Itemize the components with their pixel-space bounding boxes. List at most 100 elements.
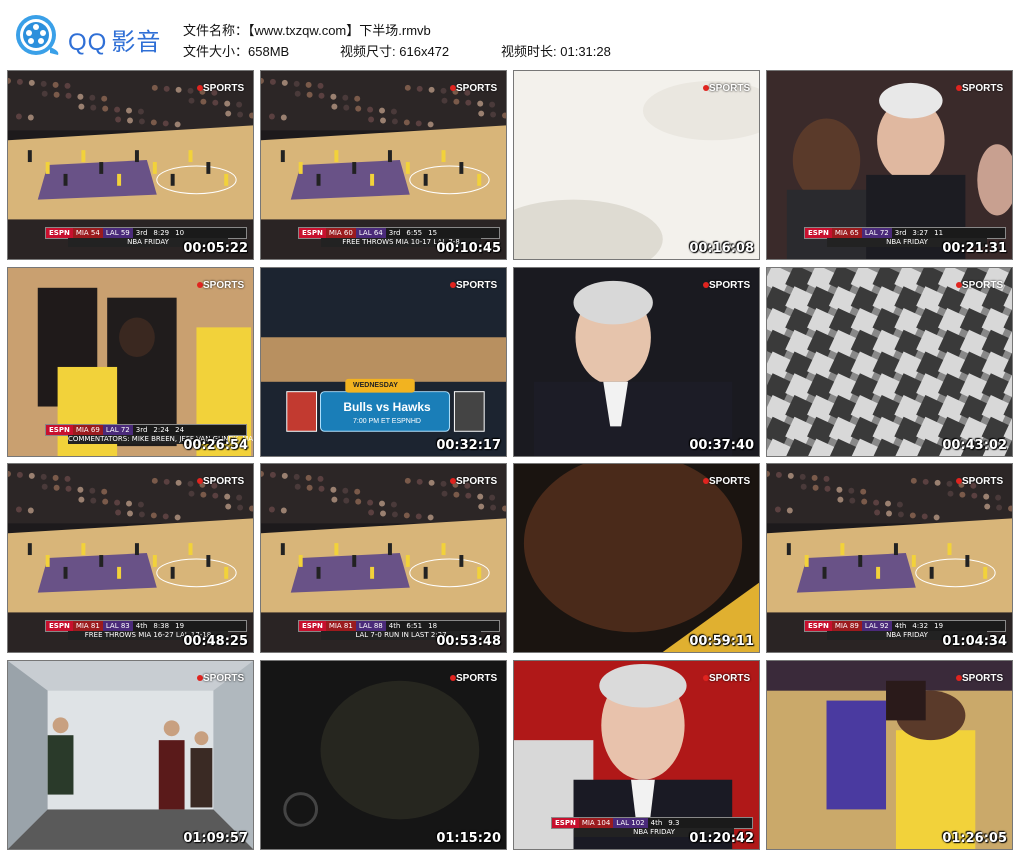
thumbnail-timestamp: 00:43:02 — [942, 438, 1007, 453]
lal-score: LAL 59 — [102, 228, 133, 238]
espn-logo: ESPN — [552, 818, 579, 828]
star-sports-logo-icon: SPORTS — [703, 671, 750, 693]
lal-score: LAL 72 — [102, 425, 133, 435]
shot-clock: 10 — [175, 229, 185, 237]
file-size-label: 文件大小： — [183, 44, 249, 59]
thumbnail[interactable]: SPORTS 01:15:20 — [260, 660, 507, 850]
mia-score: MIA 54 — [72, 228, 103, 238]
thumbnail[interactable]: SPORTS ESPN MIA 104 LAL 102 4th 9.3 NBA FRIDAY… — [513, 660, 760, 850]
quarter: 4th — [650, 819, 663, 827]
mia-score: MIA 81 — [72, 621, 103, 631]
shot-clock: 18 — [428, 622, 438, 630]
thumbnail-timestamp: 01:15:20 — [436, 831, 501, 846]
star-sports-logo-icon: SPORTS — [197, 278, 244, 300]
video-duration-value: 01:31:28 — [560, 44, 611, 59]
thumbnail-grid: SPORTS ESPN MIA 54 LAL 59 3rd 8:29 10 NBA FRIDA… — [7, 70, 1017, 856]
mia-score: MIA 89 — [831, 621, 862, 631]
thumbnail[interactable]: SPORTS 00:43:02 — [766, 267, 1013, 457]
game-clock: 4:32 — [912, 622, 929, 630]
star-sports-logo-icon: SPORTS — [197, 474, 244, 496]
thumbnail[interactable]: SPORTS ESPN MIA 60 LAL 64 3rd 6:55 15 FREE THRO… — [260, 70, 507, 260]
file-size-value: 658MB — [248, 44, 290, 59]
shot-clock: 11 — [934, 229, 944, 237]
star-sports-logo-icon: SPORTS — [450, 671, 497, 693]
quarter: 4th — [894, 622, 907, 630]
espn-logo: ESPN — [46, 228, 73, 238]
thumbnail[interactable]: SPORTS ESPN MIA 65 LAL 72 3rd 3:27 11 NBA FRIDA… — [766, 70, 1013, 260]
game-clock: 9.3 — [668, 819, 680, 827]
star-sports-logo-icon: SPORTS — [703, 278, 750, 300]
thumbnail[interactable]: SPORTS ESPN MIA 69 LAL 72 3rd 2:24 24 COMMENTAT… — [7, 267, 254, 457]
app-name: QQ 影音 — [68, 29, 162, 56]
quarter: 3rd — [135, 229, 148, 237]
star-sports-logo-icon: SPORTS — [703, 81, 750, 103]
star-sports-logo-icon: SPORTS — [956, 278, 1003, 300]
mia-score: MIA 81 — [325, 621, 356, 631]
video-duration-row: 视频时长: 01:31:28 — [501, 41, 611, 60]
promo-time: 7:00 PM ET ESPNHD — [353, 418, 421, 425]
game-clock: 6:55 — [406, 229, 423, 237]
mia-score: MIA 104 — [578, 818, 614, 828]
lal-score: LAL 102 — [613, 818, 648, 828]
star-sports-logo-icon: SPORTS — [450, 474, 497, 496]
file-name-row: 文件名称：【www.txzqw.com】下半场.rmvb — [183, 20, 431, 39]
thumbnail[interactable]: SPORTS 01:09:57 — [7, 660, 254, 850]
star-sports-logo-icon: SPORTS — [450, 81, 497, 103]
thumbnail[interactable]: SPORTS WEDNESDAY Bulls vs Hawks 7:00 PM ET … — [260, 267, 507, 457]
file-info-header: QQ 影音 文件名称：【www.txzqw.com】下半场.rmvb 文件大小：6… — [0, 0, 1024, 66]
thumbnail-timestamp: 00:59:11 — [689, 634, 754, 649]
game-clock: 3:27 — [912, 229, 929, 237]
lal-score: LAL 92 — [861, 621, 892, 631]
star-sports-logo-icon: SPORTS — [450, 278, 497, 300]
game-clock: 6:51 — [406, 622, 423, 630]
thumbnail-timestamp: 00:10:45 — [436, 241, 501, 256]
game-clock: 2:24 — [153, 426, 170, 434]
promo-day: WEDNESDAY — [353, 382, 398, 389]
star-sports-logo-icon: SPORTS — [703, 474, 750, 496]
thumbnail[interactable]: SPORTS ESPN MIA 81 LAL 83 4th 8:38 19 FREE THRO… — [7, 463, 254, 653]
star-sports-logo-icon: SPORTS — [956, 81, 1003, 103]
lal-score: LAL 88 — [355, 621, 386, 631]
thumbnail-timestamp: 01:04:34 — [942, 634, 1007, 649]
thumbnail[interactable]: SPORTS ESPN MIA 81 LAL 88 4th 6:51 18 LAL 7-0 R… — [260, 463, 507, 653]
video-dims-row: 视频尺寸: 616x472 — [340, 41, 449, 60]
espn-logo: ESPN — [299, 228, 326, 238]
lal-score: LAL 64 — [355, 228, 386, 238]
game-clock: 8:29 — [153, 229, 170, 237]
espn-logo: ESPN — [805, 228, 832, 238]
thumbnail-timestamp: 00:05:22 — [183, 241, 248, 256]
file-size-row: 文件大小：658MB — [183, 41, 289, 60]
star-sports-logo-icon: SPORTS — [197, 671, 244, 693]
shot-clock: 19 — [934, 622, 944, 630]
thumbnail-timestamp: 00:26:54 — [183, 438, 248, 453]
video-dims-label: 视频尺寸: — [340, 44, 396, 59]
promo-matchup: Bulls vs Hawks — [343, 400, 431, 414]
lal-score: LAL 83 — [102, 621, 133, 631]
espn-logo: ESPN — [46, 425, 73, 435]
video-duration-label: 视频时长: — [501, 44, 557, 59]
thumbnail-timestamp: 01:26:05 — [942, 831, 1007, 846]
star-sports-logo-icon: SPORTS — [956, 474, 1003, 496]
thumbnail-timestamp: 00:37:40 — [689, 438, 754, 453]
quarter: 4th — [388, 622, 401, 630]
espn-logo: ESPN — [805, 621, 832, 631]
thumbnail[interactable]: SPORTS 01:26:05 — [766, 660, 1013, 850]
mia-score: MIA 69 — [72, 425, 103, 435]
quarter: 3rd — [894, 229, 907, 237]
thumbnail-timestamp: 00:21:31 — [942, 241, 1007, 256]
game-clock: 8:38 — [153, 622, 170, 630]
video-dims-value: 616x472 — [399, 44, 450, 59]
thumbnail[interactable]: SPORTS 00:59:11 — [513, 463, 760, 653]
thumbnail[interactable]: SPORTS 00:16:08 — [513, 70, 760, 260]
thumbnail[interactable]: SPORTS ESPN MIA 54 LAL 59 3rd 8:29 10 NBA FRIDA… — [7, 70, 254, 260]
mia-score: MIA 65 — [831, 228, 862, 238]
thumbnail-timestamp: 00:53:48 — [436, 634, 501, 649]
star-sports-logo-icon: SPORTS — [956, 671, 1003, 693]
thumbnail[interactable]: SPORTS 00:37:40 — [513, 267, 760, 457]
file-name-label: 文件名称： — [183, 23, 249, 38]
star-sports-logo-icon: SPORTS — [197, 81, 244, 103]
shot-clock: 24 — [175, 426, 185, 434]
file-name-value: 【www.txzqw.com】下半场.rmvb — [248, 23, 431, 38]
thumbnail[interactable]: SPORTS ESPN MIA 89 LAL 92 4th 4:32 19 NBA FRIDA… — [766, 463, 1013, 653]
shot-clock: 19 — [175, 622, 185, 630]
